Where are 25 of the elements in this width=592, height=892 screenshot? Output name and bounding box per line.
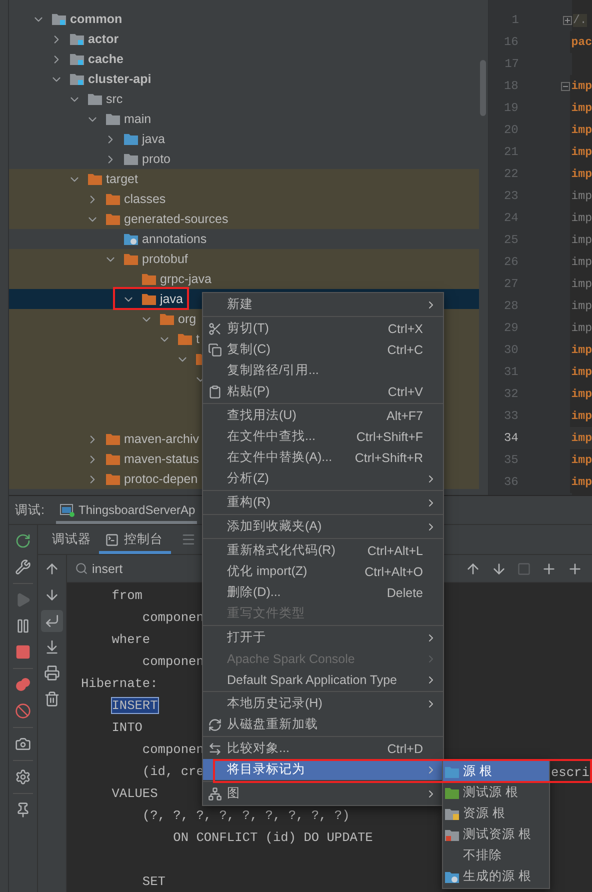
shortcut-text: Ctrl+Alt+O <box>364 564 423 578</box>
console-text: SET <box>141 874 166 889</box>
shortcut-text: Ctrl+X <box>386 322 423 336</box>
line-number: 34 <box>502 431 518 445</box>
shortcut-text: Delete <box>386 586 423 600</box>
shortcut-text: Ctrl+Shift+F <box>355 430 423 444</box>
search-match: INSERT <box>112 698 158 713</box>
console-text: VALUES <box>110 786 158 801</box>
console-text: componen <box>141 742 204 757</box>
console-text: escri <box>551 765 590 780</box>
shortcut-text: Ctrl+C <box>386 342 423 356</box>
console-text: ON CONFLICT (id) DO UPDATE <box>172 830 373 845</box>
console-text: componen <box>141 610 204 625</box>
console-text: (?, ?, ?, ?, ?, ?, ?, ?, ?) <box>141 808 350 823</box>
shortcut-text: Ctrl+Shift+R <box>354 450 423 464</box>
console-text: from <box>110 588 142 603</box>
panel-title: 调试: <box>15 502 44 518</box>
console-text: INTO <box>110 720 142 735</box>
console-text: componen <box>141 654 204 669</box>
console-text: where <box>110 632 150 647</box>
shortcut-text: Ctrl+V <box>386 384 423 398</box>
shortcut-text: Alt+F7 <box>386 408 423 422</box>
shortcut-text: Ctrl+D <box>386 742 423 756</box>
shortcut-text: Ctrl+Alt+L <box>366 544 423 558</box>
console-text: Hibernate: <box>81 676 158 691</box>
